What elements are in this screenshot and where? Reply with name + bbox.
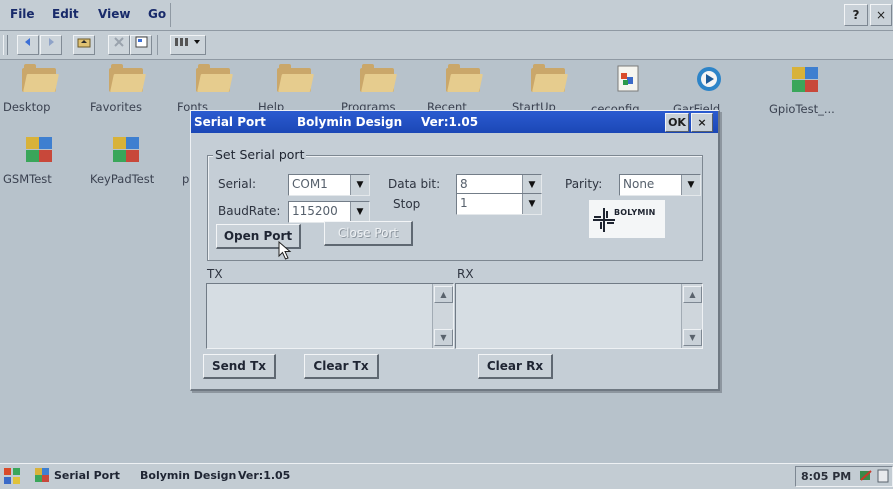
views-button[interactable] [170,35,206,55]
back-button[interactable] [17,35,39,55]
help-button[interactable]: ? [844,4,868,26]
serial-select[interactable]: COM1 ▼ [288,174,370,196]
ok-button[interactable]: OK [665,113,689,132]
folder-icon [446,64,483,92]
folder-icon [277,64,314,92]
network-tray-icon[interactable] [858,468,874,484]
menu-go[interactable]: Go [148,7,166,21]
parity-label: Parity: [565,177,603,191]
parity-select[interactable]: None ▼ [619,174,701,196]
desktop-icon-favorites[interactable]: Favorites [90,64,162,114]
desktop-tray-icon[interactable] [876,468,890,484]
clear-rx-button[interactable]: Clear Rx [478,354,553,379]
rx-textarea[interactable]: ▲ ▼ [455,283,703,349]
desktop-icon-keypadtest[interactable]: KeyPadTest [90,134,162,186]
app-cube-icon [111,136,141,164]
toolbar-grip [3,35,8,55]
rx-label: RX [457,267,474,281]
menu-edit[interactable]: Edit [52,7,79,21]
app-cube-icon [34,467,50,486]
close-port-button[interactable]: Close Port [324,221,413,246]
folder-icon [360,64,397,92]
folder-icon [22,64,59,92]
back-icon [25,38,30,46]
garfield-app-icon [691,64,727,94]
bolymin-logo-icon [593,208,615,232]
desktop-icon-partial-label: p [182,172,190,186]
delete-icon [114,37,124,47]
dialog-title: Serial Port [194,115,266,129]
dialog-title-version: Ver:1.05 [421,115,479,129]
bolymin-logo: BOLYMIN [589,200,665,238]
window-close-button[interactable]: × [870,4,892,26]
group-label: Set Serial port [213,147,307,162]
desktop-icon-fonts[interactable]: Fonts [177,64,249,114]
system-tray: 8:05 PM [795,466,893,487]
stop-label: Stop [393,197,421,211]
desktop-icon-startup[interactable]: StartUp [512,64,584,114]
taskbar: Serial Port Bolymin Design Ver:1.05 8:05… [0,463,893,489]
desktop-icon-programs[interactable]: Programs [341,64,413,114]
toolbar [0,31,893,60]
dialog-close-button[interactable]: × [691,113,713,132]
up-folder-icon [77,38,91,48]
app-cube-icon [24,136,54,164]
desktop-icon-recent[interactable]: Recent [427,64,499,114]
desktop-icon-ceconfig[interactable]: ceconfig [591,64,663,116]
app-cube-icon [790,66,820,94]
scroll-down-icon[interactable]: ▼ [683,329,702,346]
dialog-title-bar[interactable]: Serial Port Bolymin Design Ver:1.05 OK × [191,111,718,133]
properties-button[interactable] [130,35,152,55]
folder-icon [109,64,146,92]
rx-scrollbar[interactable]: ▲ ▼ [681,284,702,348]
menu-bar: File Edit View Go ? × [0,0,893,31]
dialog-title-company: Bolymin Design [297,115,403,129]
config-app-icon [609,64,645,94]
desktop-icon-help[interactable]: Help [258,64,330,114]
scroll-down-icon[interactable]: ▼ [434,329,453,346]
menu-file[interactable]: File [10,7,35,21]
baudrate-label: BaudRate: [218,204,281,218]
properties-icon [135,36,147,48]
folder-icon [531,64,568,92]
tx-textarea[interactable]: ▲ ▼ [206,283,454,349]
menu-separator [170,3,171,27]
folder-icon [196,64,233,92]
clock: 8:05 PM [801,470,852,483]
menu-view[interactable]: View [98,7,130,21]
desktop-icon-garfield[interactable]: GarField [673,64,745,116]
tx-label: TX [207,267,223,281]
taskbar-task-serial-port[interactable]: Serial Port Bolymin Design Ver:1.05 [30,466,450,485]
desktop-icon-desktop[interactable]: Desktop [3,64,75,114]
tx-scrollbar[interactable]: ▲ ▼ [432,284,453,348]
toolbar-separator [157,35,158,55]
databit-label: Data bit: [388,177,441,191]
mouse-pointer-icon [278,241,292,260]
send-tx-button[interactable]: Send Tx [203,354,276,379]
desktop-icon-gpiotest[interactable]: GpioTest_... [769,64,841,116]
forward-button[interactable] [40,35,62,55]
baudrate-select[interactable]: 115200 ▼ [288,201,370,223]
chevron-down-icon: ▼ [350,175,369,195]
chevron-down-icon: ▼ [350,202,369,222]
serial-port-dialog: Serial Port Bolymin Design Ver:1.05 OK ×… [190,110,720,391]
serial-label: Serial: [218,177,256,191]
chevron-down-icon: ▼ [681,175,700,195]
views-icon [175,38,200,46]
up-folder-button[interactable] [73,35,95,55]
scroll-up-icon[interactable]: ▲ [434,286,453,303]
chevron-down-icon: ▼ [522,175,541,195]
chevron-down-icon: ▼ [522,194,541,214]
desktop-icon-gsmtest[interactable]: GSMTest [3,134,75,186]
scroll-up-icon[interactable]: ▲ [683,286,702,303]
clear-tx-button[interactable]: Clear Tx [304,354,379,379]
forward-icon [49,38,54,46]
stop-select[interactable]: 1 ▼ [456,193,542,215]
start-menu-icon[interactable] [3,467,21,485]
delete-button[interactable] [108,35,130,55]
